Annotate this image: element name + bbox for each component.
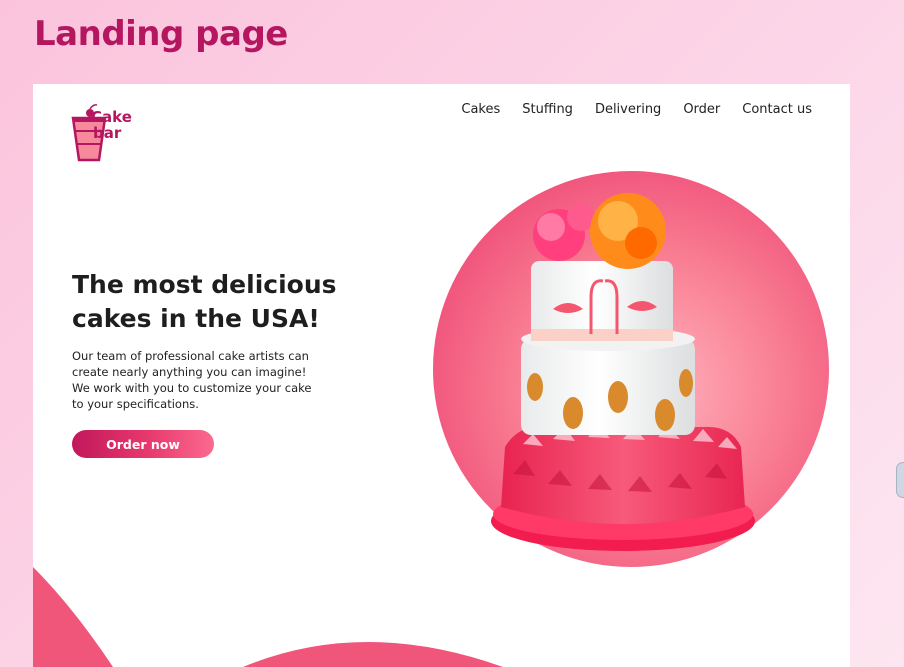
nav-link-cakes[interactable]: Cakes <box>461 102 500 117</box>
page-title: Landing page <box>34 14 288 54</box>
nav-link-order[interactable]: Order <box>683 102 720 117</box>
order-now-button[interactable]: Order now <box>72 430 214 458</box>
hero-copy-line: Our team of professional cake artists ca… <box>72 349 309 363</box>
nav-link-stuffing[interactable]: Stuffing <box>522 102 573 117</box>
nav-link-contact-us[interactable]: Contact us <box>742 102 812 117</box>
cake-image <box>433 171 829 567</box>
hero-description: Our team of professional cake artists ca… <box>72 348 312 412</box>
logo-wordmark: Cake bar <box>91 109 132 141</box>
hero-copy-line: We work with you to customize your cake <box>72 381 312 395</box>
pineapple-decoration <box>527 373 543 401</box>
top-nav: Cakes Stuffing Delivering Order Contact … <box>439 102 812 117</box>
landing-frame: Cake bar Cakes Stuffing Delivering Order… <box>33 84 850 667</box>
hero-title-line-1: The most delicious <box>72 270 337 299</box>
bottom-wave-decoration <box>33 567 503 667</box>
logo-line-2: bar <box>93 124 122 142</box>
hero-copy-line: create nearly anything you can imagine! <box>72 365 307 379</box>
scroll-handle[interactable] <box>896 462 904 498</box>
logo-line-1: Cake <box>91 108 132 126</box>
hero-copy-line: to your specifications. <box>72 397 199 411</box>
nav-link-delivering[interactable]: Delivering <box>595 102 661 117</box>
hero-title-line-2: cakes in the USA! <box>72 304 320 333</box>
hero-title: The most delicious cakes in the USA! <box>72 268 362 336</box>
